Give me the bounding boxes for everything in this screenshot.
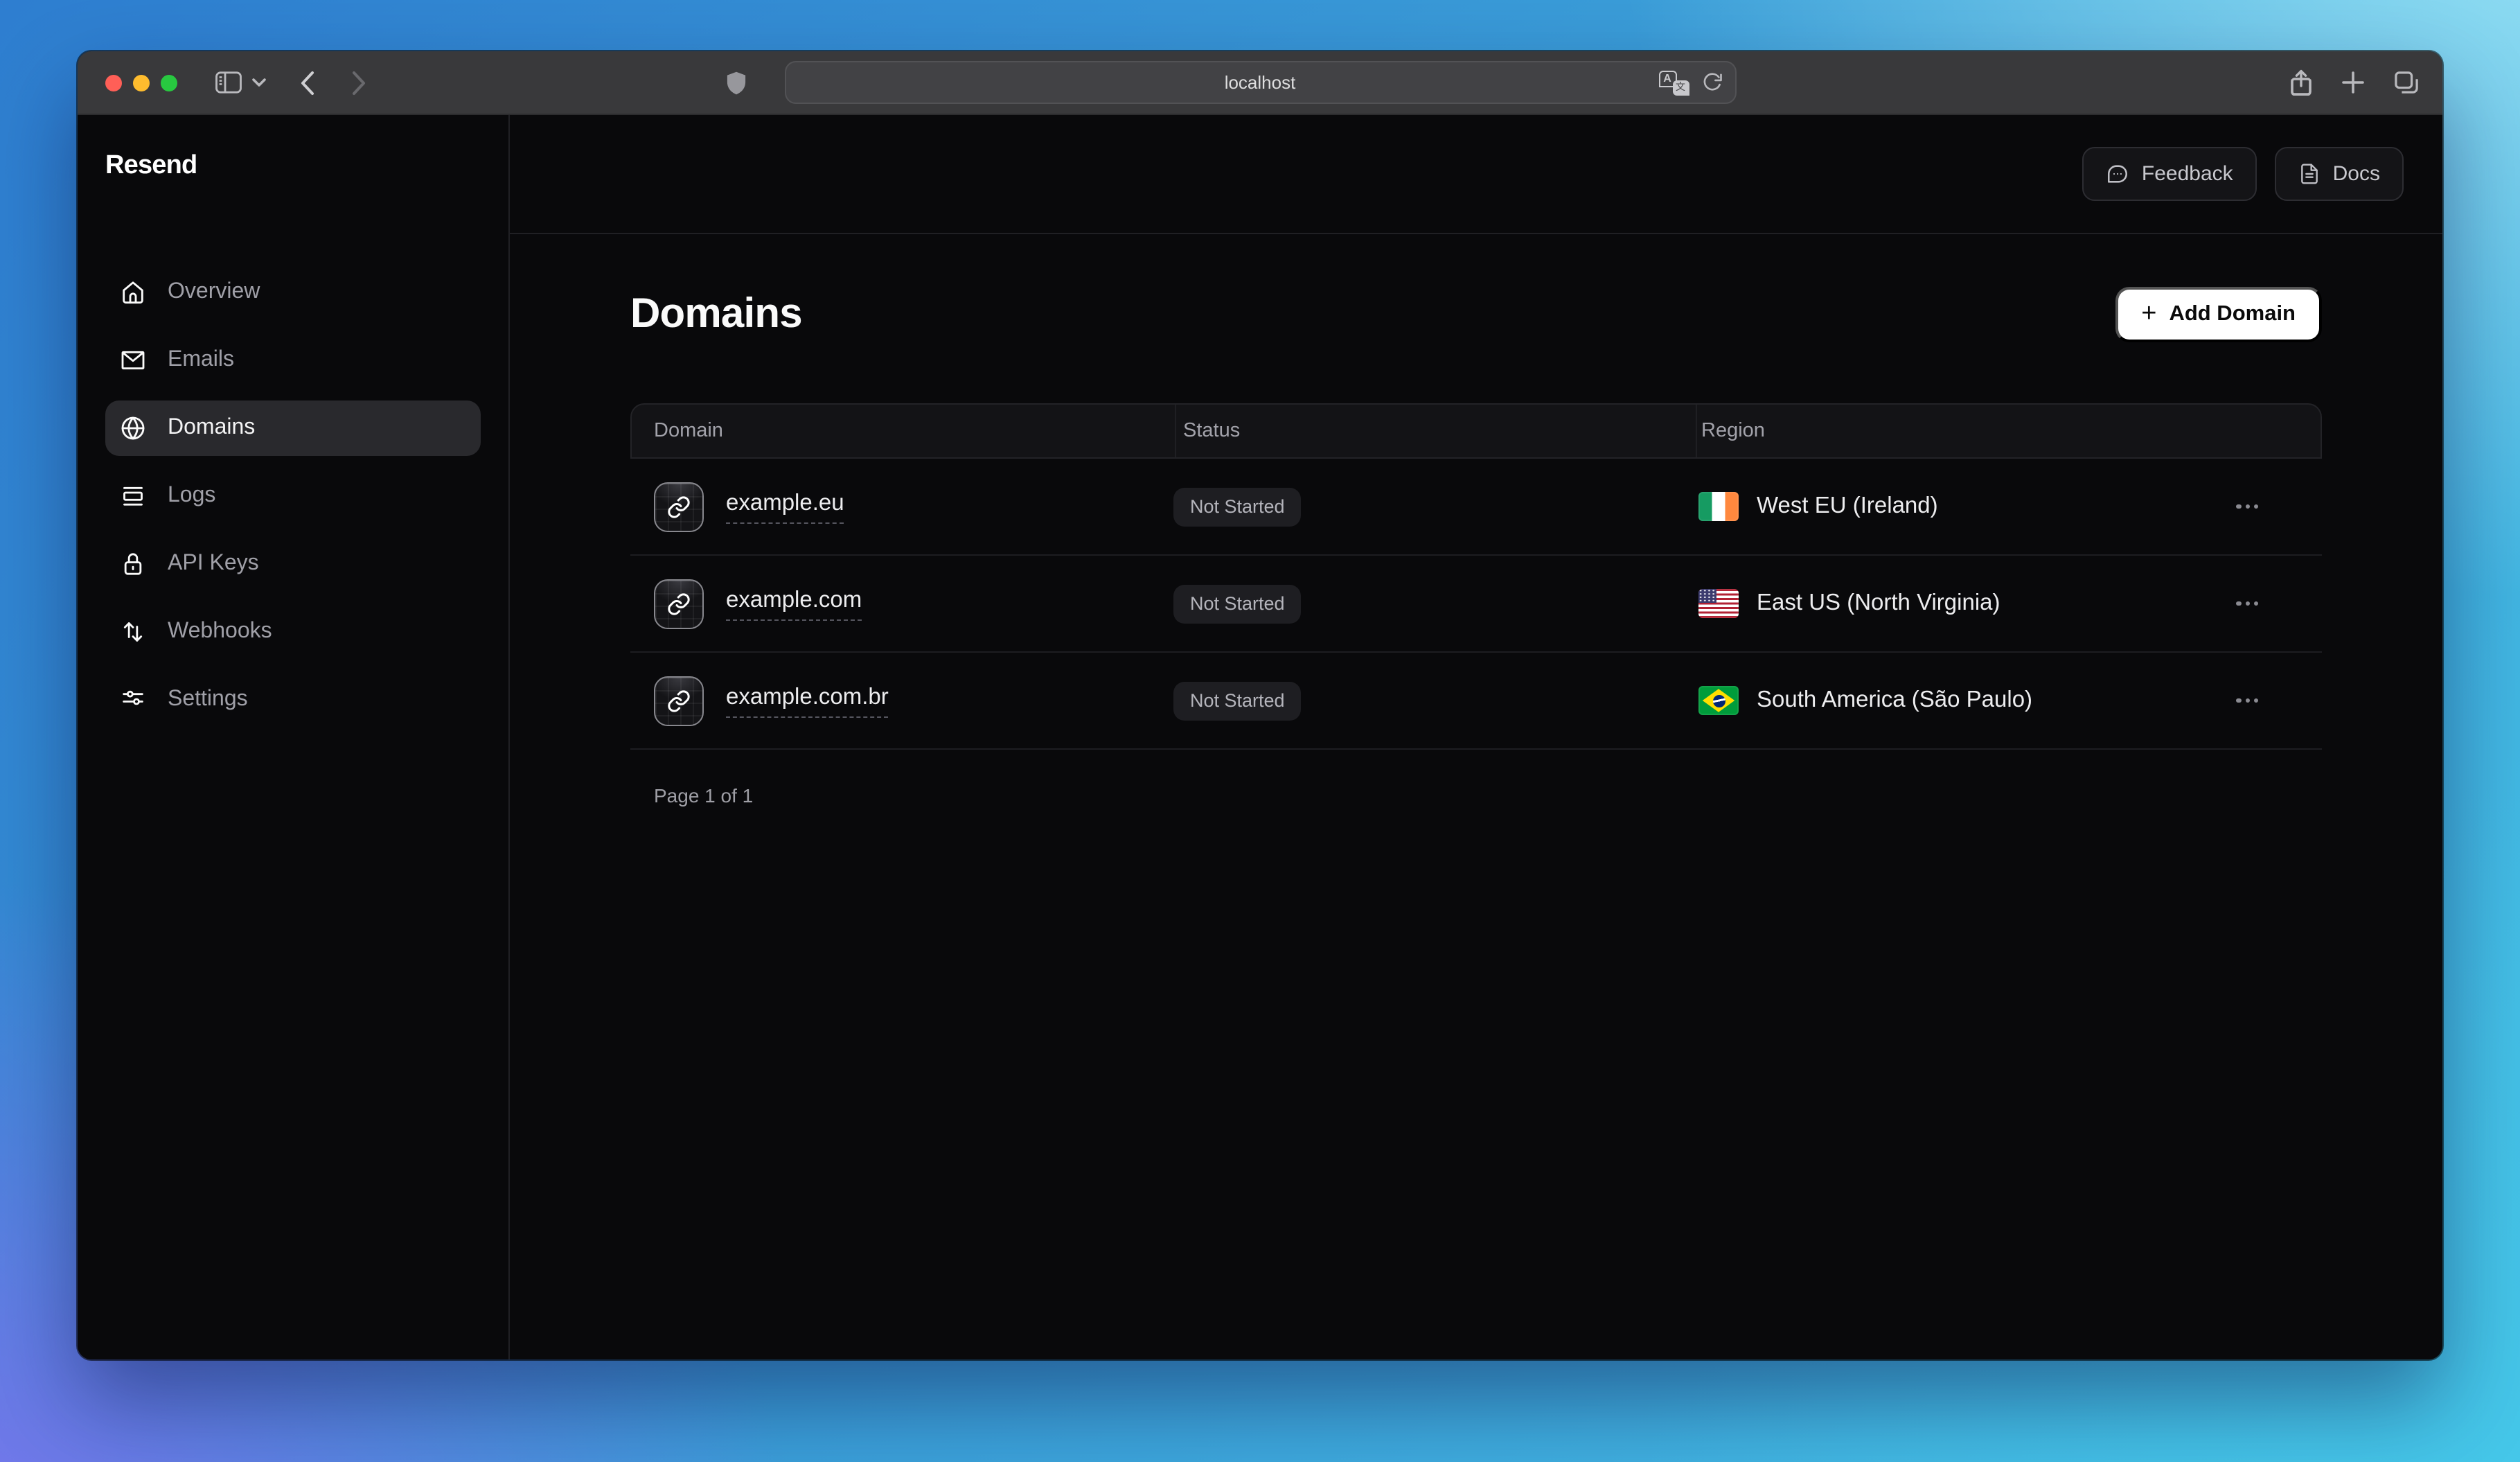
feedback-bubble-icon xyxy=(2106,162,2129,186)
new-tab-icon[interactable] xyxy=(2341,71,2365,94)
tabs-overview-icon[interactable] xyxy=(2394,71,2419,94)
row-menu-button[interactable] xyxy=(2228,496,2266,517)
row-menu-button[interactable] xyxy=(2228,593,2266,614)
sidebar-item-api-keys[interactable]: API Keys xyxy=(105,536,481,592)
shield-icon[interactable] xyxy=(726,70,747,95)
domains-page: Domains + Add Domain Domain Status Regio… xyxy=(510,234,2442,807)
sidebar-item-label: Domains xyxy=(168,416,255,441)
row-menu-button[interactable] xyxy=(2228,690,2266,711)
column-header-domain: Domain xyxy=(632,420,1175,442)
sidebar-item-settings[interactable]: Settings xyxy=(105,672,481,728)
sidebar-item-overview[interactable]: Overview xyxy=(105,265,481,320)
resend-app: Resend Overview xyxy=(78,115,2442,1359)
sidebar-item-label: Emails xyxy=(168,348,234,373)
url-text: localhost xyxy=(1225,72,1296,93)
close-window-button[interactable] xyxy=(105,74,122,91)
status-badge: Not Started xyxy=(1173,681,1302,720)
ireland-flag-icon xyxy=(1698,492,1739,521)
minimize-window-button[interactable] xyxy=(133,74,150,91)
sidebar-item-label: Webhooks xyxy=(168,619,272,644)
browser-window: localhost A 文 xyxy=(78,51,2442,1359)
docs-button[interactable]: Docs xyxy=(2275,147,2404,201)
sidebar-item-logs[interactable]: Logs xyxy=(105,468,481,524)
region-label: East US (North Virginia) xyxy=(1757,590,2000,617)
sidebar-item-label: Overview xyxy=(168,280,260,305)
region-label: West EU (Ireland) xyxy=(1757,493,1938,520)
sidebar-item-label: Settings xyxy=(168,687,248,712)
sidebar-item-webhooks[interactable]: Webhooks xyxy=(105,604,481,660)
add-domain-button[interactable]: + Add Domain xyxy=(2115,287,2322,342)
status-badge: Not Started xyxy=(1173,584,1302,623)
app-topbar: Feedback Docs xyxy=(510,115,2442,234)
sidebar: Resend Overview xyxy=(78,115,510,1359)
domain-link[interactable]: example.eu xyxy=(726,490,844,523)
link-icon xyxy=(654,579,704,628)
add-domain-label: Add Domain xyxy=(2169,302,2296,327)
resend-logo: Resend xyxy=(105,151,481,182)
plus-icon: + xyxy=(2141,300,2156,326)
pagination-status: Page 1 of 1 xyxy=(630,784,2322,807)
logs-icon xyxy=(119,482,147,510)
chevron-down-icon[interactable] xyxy=(252,78,266,87)
share-icon[interactable] xyxy=(2290,69,2312,96)
feedback-label: Feedback xyxy=(2142,162,2233,186)
status-badge: Not Started xyxy=(1173,487,1302,526)
sidebar-toggle-icon[interactable] xyxy=(215,71,242,94)
home-icon xyxy=(119,279,147,306)
globe-icon xyxy=(119,414,147,442)
domains-table: Domain Status Region xyxy=(630,403,2322,750)
sidebar-item-label: Logs xyxy=(168,484,215,509)
back-icon[interactable] xyxy=(299,70,316,95)
sidebar-nav: Overview Emails xyxy=(105,265,481,728)
us-flag-icon xyxy=(1698,589,1739,618)
desktop-background: localhost A 文 xyxy=(0,0,2520,1462)
table-row[interactable]: example.com Not Started East US (North V… xyxy=(630,556,2322,653)
domain-link[interactable]: example.com xyxy=(726,587,862,620)
region-label: South America (São Paulo) xyxy=(1757,687,2032,714)
table-header: Domain Status Region xyxy=(630,403,2322,459)
sliders-icon xyxy=(119,686,147,714)
link-icon xyxy=(654,482,704,531)
mail-icon xyxy=(119,346,147,374)
sidebar-item-label: API Keys xyxy=(168,552,259,576)
arrows-up-down-icon xyxy=(119,618,147,646)
zoom-window-button[interactable] xyxy=(161,74,177,91)
column-header-status: Status xyxy=(1175,405,1696,457)
lock-icon xyxy=(119,550,147,578)
table-row[interactable]: example.eu Not Started West EU (Ireland) xyxy=(630,459,2322,556)
traffic-lights xyxy=(105,74,177,91)
link-icon xyxy=(654,676,704,725)
url-bar[interactable]: localhost A 文 xyxy=(784,61,1736,104)
document-icon xyxy=(2298,162,2321,186)
browser-titlebar: localhost A 文 xyxy=(78,51,2442,115)
reload-icon[interactable] xyxy=(1701,72,1722,93)
translate-icon[interactable]: A 文 xyxy=(1658,70,1689,95)
brazil-flag-icon xyxy=(1698,686,1739,715)
main-area: Feedback Docs Domains xyxy=(510,115,2442,1359)
sidebar-item-domains[interactable]: Domains xyxy=(105,400,481,456)
forward-icon[interactable] xyxy=(351,70,367,95)
column-header-region: Region xyxy=(1696,405,2321,457)
docs-label: Docs xyxy=(2333,162,2380,186)
domain-link[interactable]: example.com.br xyxy=(726,684,889,717)
table-row[interactable]: example.com.br Not Started South America… xyxy=(630,653,2322,750)
sidebar-item-emails[interactable]: Emails xyxy=(105,333,481,388)
feedback-button[interactable]: Feedback xyxy=(2082,147,2257,201)
page-title: Domains xyxy=(630,291,802,338)
